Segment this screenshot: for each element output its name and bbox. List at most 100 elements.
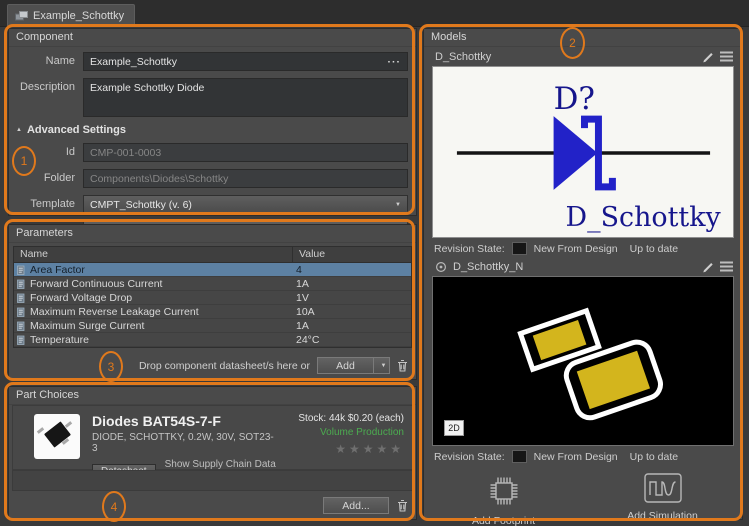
add-footprint-label: Add Footprint [472,515,535,526]
table-row[interactable]: Maximum Reverse Leakage Current 10A [14,305,411,319]
folder-input: Components\Diodes\Schottky [83,169,408,188]
part-description: DIODE, SCHOTTKY, 0.2W, 30V, SOT23-3 [92,432,276,454]
rating-stars[interactable]: ★★★★★ [276,442,404,456]
advanced-settings-label: Advanced Settings [27,124,126,136]
add-part-choice-button[interactable]: Add... [323,497,389,514]
folder-label: Folder [9,169,75,188]
id-input: CMP-001-0003 [83,143,408,162]
part-choices-section-header: Part Choices [9,387,416,405]
table-row[interactable]: Forward Continuous Current 1A [14,277,411,291]
simulation-waveform-icon [643,472,683,505]
template-label: Template [9,195,75,214]
parameter-name: Maximum Reverse Leakage Current [30,306,199,318]
schottky-diode-symbol: D? D_Schottky [433,67,733,237]
parameter-name: Temperature [30,334,89,346]
template-select[interactable]: CMPT_Schottky (v. 6) ▼ [83,195,408,214]
parameter-icon [17,335,26,345]
table-row[interactable]: Forward Voltage Drop 1V [14,291,411,305]
up-to-date-status: Up to date [630,243,678,255]
add-parameter-button[interactable]: Add [317,357,374,374]
parameter-icon [17,293,26,303]
edit-symbol-button[interactable] [701,50,714,63]
revision-color-swatch [512,242,527,255]
footprint-preview[interactable]: 2D [432,276,734,446]
part-photo-lead [37,427,44,434]
symbol-menu-button[interactable] [720,51,733,62]
description-label: Description [9,78,75,117]
column-header-name[interactable]: Name [14,247,293,262]
parameter-value: 1A [290,320,411,332]
menu-icon [720,51,733,62]
parameter-icon [17,307,26,317]
parameter-icon [17,279,26,289]
footprint-current-icon [435,261,447,273]
parameter-value: 4 [290,264,411,276]
models-section-header: Models [424,29,742,47]
trash-icon [397,499,408,512]
parameters-table-body: Area Factor 4 Forward Continuous Current… [14,263,411,347]
chevron-down-icon: ▼ [395,202,401,208]
tab-example-schottky[interactable]: Example_Schottky [7,4,135,26]
symbol-caption: D_Schottky [566,202,722,233]
component-section-header: Component [9,29,416,47]
footprint-model-name[interactable]: D_Schottky_N [453,261,695,273]
edit-footprint-button[interactable] [701,260,714,273]
footprint-chip-icon [485,472,523,510]
part-choices-section: Part Choices Diodes BAT54S-7-F DIODE, SC… [8,386,417,520]
new-from-design-label: New From Design [534,243,618,255]
parameter-name: Area Factor [30,264,85,276]
name-label: Name [9,52,75,71]
parameter-name: Maximum Surge Current [30,320,144,332]
footprint-menu-button[interactable] [720,261,733,272]
parameter-value: 1A [290,278,411,290]
table-row[interactable]: Temperature 24°C [14,333,411,347]
pencil-icon [701,260,714,273]
tab-title: Example_Schottky [33,10,124,22]
collapse-arrow-icon: ▲ [16,127,22,133]
delete-parameter-button[interactable] [397,359,408,372]
description-input[interactable]: Example Schottky Diode [83,78,408,117]
schematic-symbol-preview[interactable]: D? D_Schottky [432,66,734,238]
parameters-section: Parameters Name Value Area Factor 4 Forw… [8,224,417,380]
name-input[interactable]: Example_Schottky ··· [83,52,408,71]
view-2d-button[interactable]: 2D [444,420,464,436]
parameter-value: 10A [290,306,411,318]
parameters-table: Name Value Area Factor 4 Forward Continu… [13,246,412,348]
trash-icon [397,359,408,372]
drop-datasheet-hint: Drop component datasheet/s here or [139,360,310,372]
symbol-designator: D? [554,81,595,117]
delete-part-choice-button[interactable] [397,499,408,512]
table-row[interactable]: Area Factor 4 [14,263,411,277]
pencil-icon [701,50,714,63]
component-icon [15,11,28,21]
part-choices-empty-row [12,470,413,491]
add-simulation-label: Add Simulation [627,510,698,522]
parameter-value: 1V [290,292,411,304]
schematic-model-name[interactable]: D_Schottky [435,51,695,63]
part-choice-item[interactable]: Diodes BAT54S-7-F DIODE, SCHOTTKY, 0.2W,… [12,405,413,470]
chevron-down-icon: ▼ [381,363,387,369]
part-photo [34,414,80,459]
column-header-value[interactable]: Value [293,247,411,262]
parameter-name: Forward Continuous Current [30,278,162,290]
footprint-pads-drawing [433,277,733,445]
tab-bar: Example_Schottky [0,0,749,27]
parameter-name: Forward Voltage Drop [30,292,132,304]
revision-state-label: Revision State: [434,243,505,255]
table-row[interactable]: Maximum Surge Current 1A [14,319,411,333]
models-section: Models D_Schottky D? D_Schottky Revision… [423,28,743,520]
part-photo-lead [65,421,72,428]
id-label: Id [9,143,75,162]
add-parameter-dropdown[interactable]: ▼ [374,357,390,374]
new-from-design-label: New From Design [534,451,618,463]
parameters-table-header: Name Value [14,247,411,263]
parameter-icon [17,265,26,275]
advanced-settings-toggle[interactable]: ▲ Advanced Settings [16,124,408,136]
menu-icon [720,261,733,272]
up-to-date-status: Up to date [630,451,678,463]
more-button[interactable]: ··· [388,56,402,68]
parameters-section-header: Parameters [9,225,416,243]
revision-state-label: Revision State: [434,451,505,463]
part-title: Diodes BAT54S-7-F [92,413,276,429]
lifecycle-status: Volume Production [276,427,404,438]
